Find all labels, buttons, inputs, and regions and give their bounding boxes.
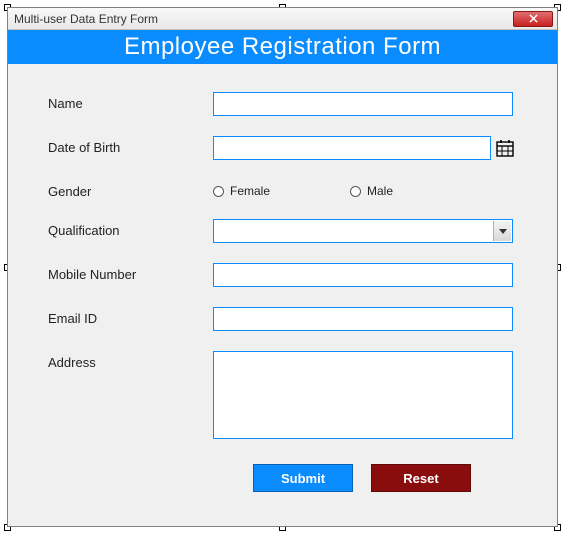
row-qualification: Qualification [48, 219, 527, 243]
label-gender: Gender [48, 180, 213, 199]
label-dob: Date of Birth [48, 136, 213, 155]
radio-circle-icon [350, 186, 361, 197]
row-name: Name [48, 92, 527, 116]
label-address: Address [48, 351, 213, 370]
calendar-icon[interactable] [495, 138, 515, 158]
row-dob: Date of Birth [48, 136, 527, 160]
label-name: Name [48, 92, 213, 111]
radio-circle-icon [213, 186, 224, 197]
submit-button-label: Submit [281, 471, 325, 486]
radio-male[interactable]: Male [350, 184, 393, 198]
form-header: Employee Registration Form [8, 30, 557, 64]
button-row: Submit Reset [253, 464, 527, 492]
qualification-select[interactable] [213, 219, 513, 243]
reset-button[interactable]: Reset [371, 464, 471, 492]
radio-female-label: Female [230, 184, 270, 198]
radio-male-label: Male [367, 184, 393, 198]
name-input[interactable] [213, 92, 513, 116]
titlebar: Multi-user Data Entry Form [8, 8, 557, 30]
radio-female[interactable]: Female [213, 184, 270, 198]
window-title: Multi-user Data Entry Form [14, 12, 513, 26]
address-input[interactable] [213, 351, 513, 439]
label-email: Email ID [48, 307, 213, 326]
dob-input[interactable] [213, 136, 491, 160]
row-address: Address [48, 351, 527, 444]
submit-button[interactable]: Submit [253, 464, 353, 492]
form-title: Employee Registration Form [124, 33, 441, 61]
row-mobile: Mobile Number [48, 263, 527, 287]
row-gender: Gender Female Male [48, 180, 527, 199]
reset-button-label: Reset [403, 471, 438, 486]
label-mobile: Mobile Number [48, 263, 213, 282]
form-window: Multi-user Data Entry Form Employee Regi… [7, 7, 558, 527]
mobile-input[interactable] [213, 263, 513, 287]
close-icon [529, 14, 538, 23]
label-qualification: Qualification [48, 219, 213, 238]
row-email: Email ID [48, 307, 527, 331]
email-input[interactable] [213, 307, 513, 331]
close-button[interactable] [513, 11, 553, 27]
form-body: Name Date of Birth [8, 64, 557, 526]
chevron-down-icon [493, 221, 511, 241]
